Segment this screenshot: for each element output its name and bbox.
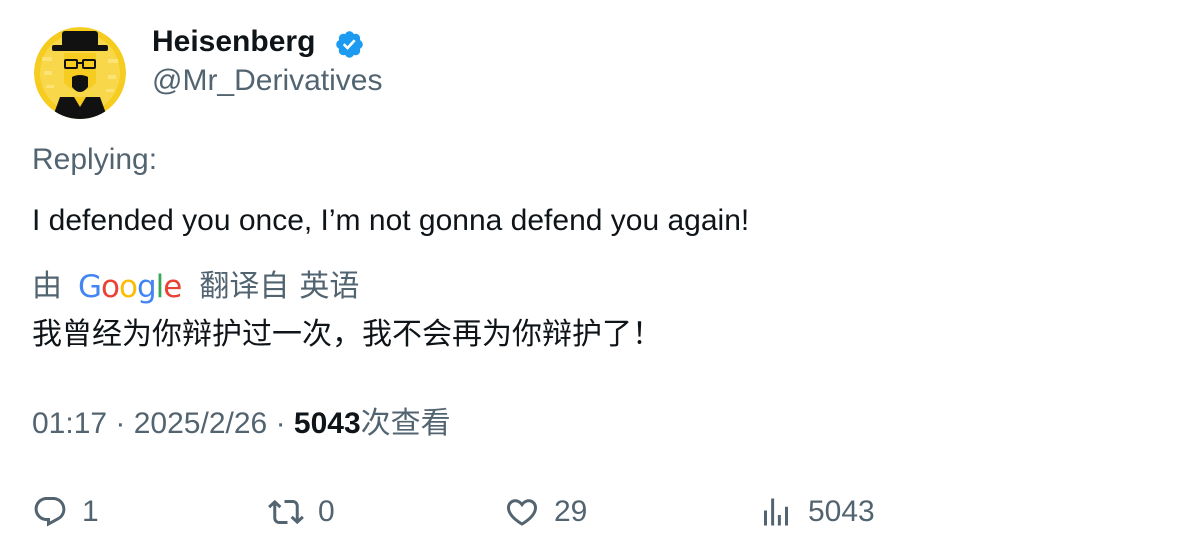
translation-attribution: 由 Google 翻译自 英语 (32, 267, 359, 307)
meta-views-label: 次查看 (360, 407, 451, 440)
retweet-icon (268, 499, 304, 525)
action-bar: 1 0 29 5043 (0, 490, 1196, 540)
meta-separator: · (275, 407, 294, 440)
views-count: 5043 (808, 495, 875, 528)
views-button[interactable]: 5043 (758, 490, 875, 534)
author-handle[interactable]: @Mr_Derivatives (152, 61, 383, 101)
like-count: 29 (554, 495, 588, 528)
reply-count: 1 (82, 495, 99, 528)
tweet-text: I defended you once, I’m not gonna defen… (32, 204, 750, 237)
like-button[interactable]: 29 (504, 490, 587, 534)
retweet-button[interactable]: 0 (268, 490, 335, 534)
tweet-meta: 01:17 · 2025/2/26 · 5043次查看 (32, 404, 451, 444)
meta-views-count: 5043 (293, 407, 361, 440)
verified-badge-icon[interactable] (334, 29, 365, 60)
meta-separator: · (115, 407, 134, 440)
translation-by-label: 由 (32, 270, 62, 303)
tweet-date[interactable]: 2025/2/26 (134, 407, 267, 440)
heart-icon (506, 499, 538, 526)
reply-button[interactable]: 1 (32, 490, 99, 534)
avatar-image (34, 27, 126, 119)
tweet-time[interactable]: 01:17 (32, 407, 107, 440)
google-logo: Google (78, 269, 182, 305)
tweet: Heisenberg @Mr_Derivatives Replying: I d… (0, 0, 1196, 558)
analytics-icon (764, 498, 788, 526)
reply-icon (34, 497, 66, 527)
source-language: 英语 (299, 270, 360, 303)
avatar[interactable] (34, 27, 126, 119)
retweet-count: 0 (318, 495, 335, 528)
replying-label: Replying: (32, 143, 158, 176)
author-display-name[interactable]: Heisenberg (152, 22, 315, 62)
translated-from-label: 翻译自 (199, 270, 290, 303)
translated-text: 我曾经为你辩护过一次，我不会再为你辩护了！ (32, 318, 662, 351)
